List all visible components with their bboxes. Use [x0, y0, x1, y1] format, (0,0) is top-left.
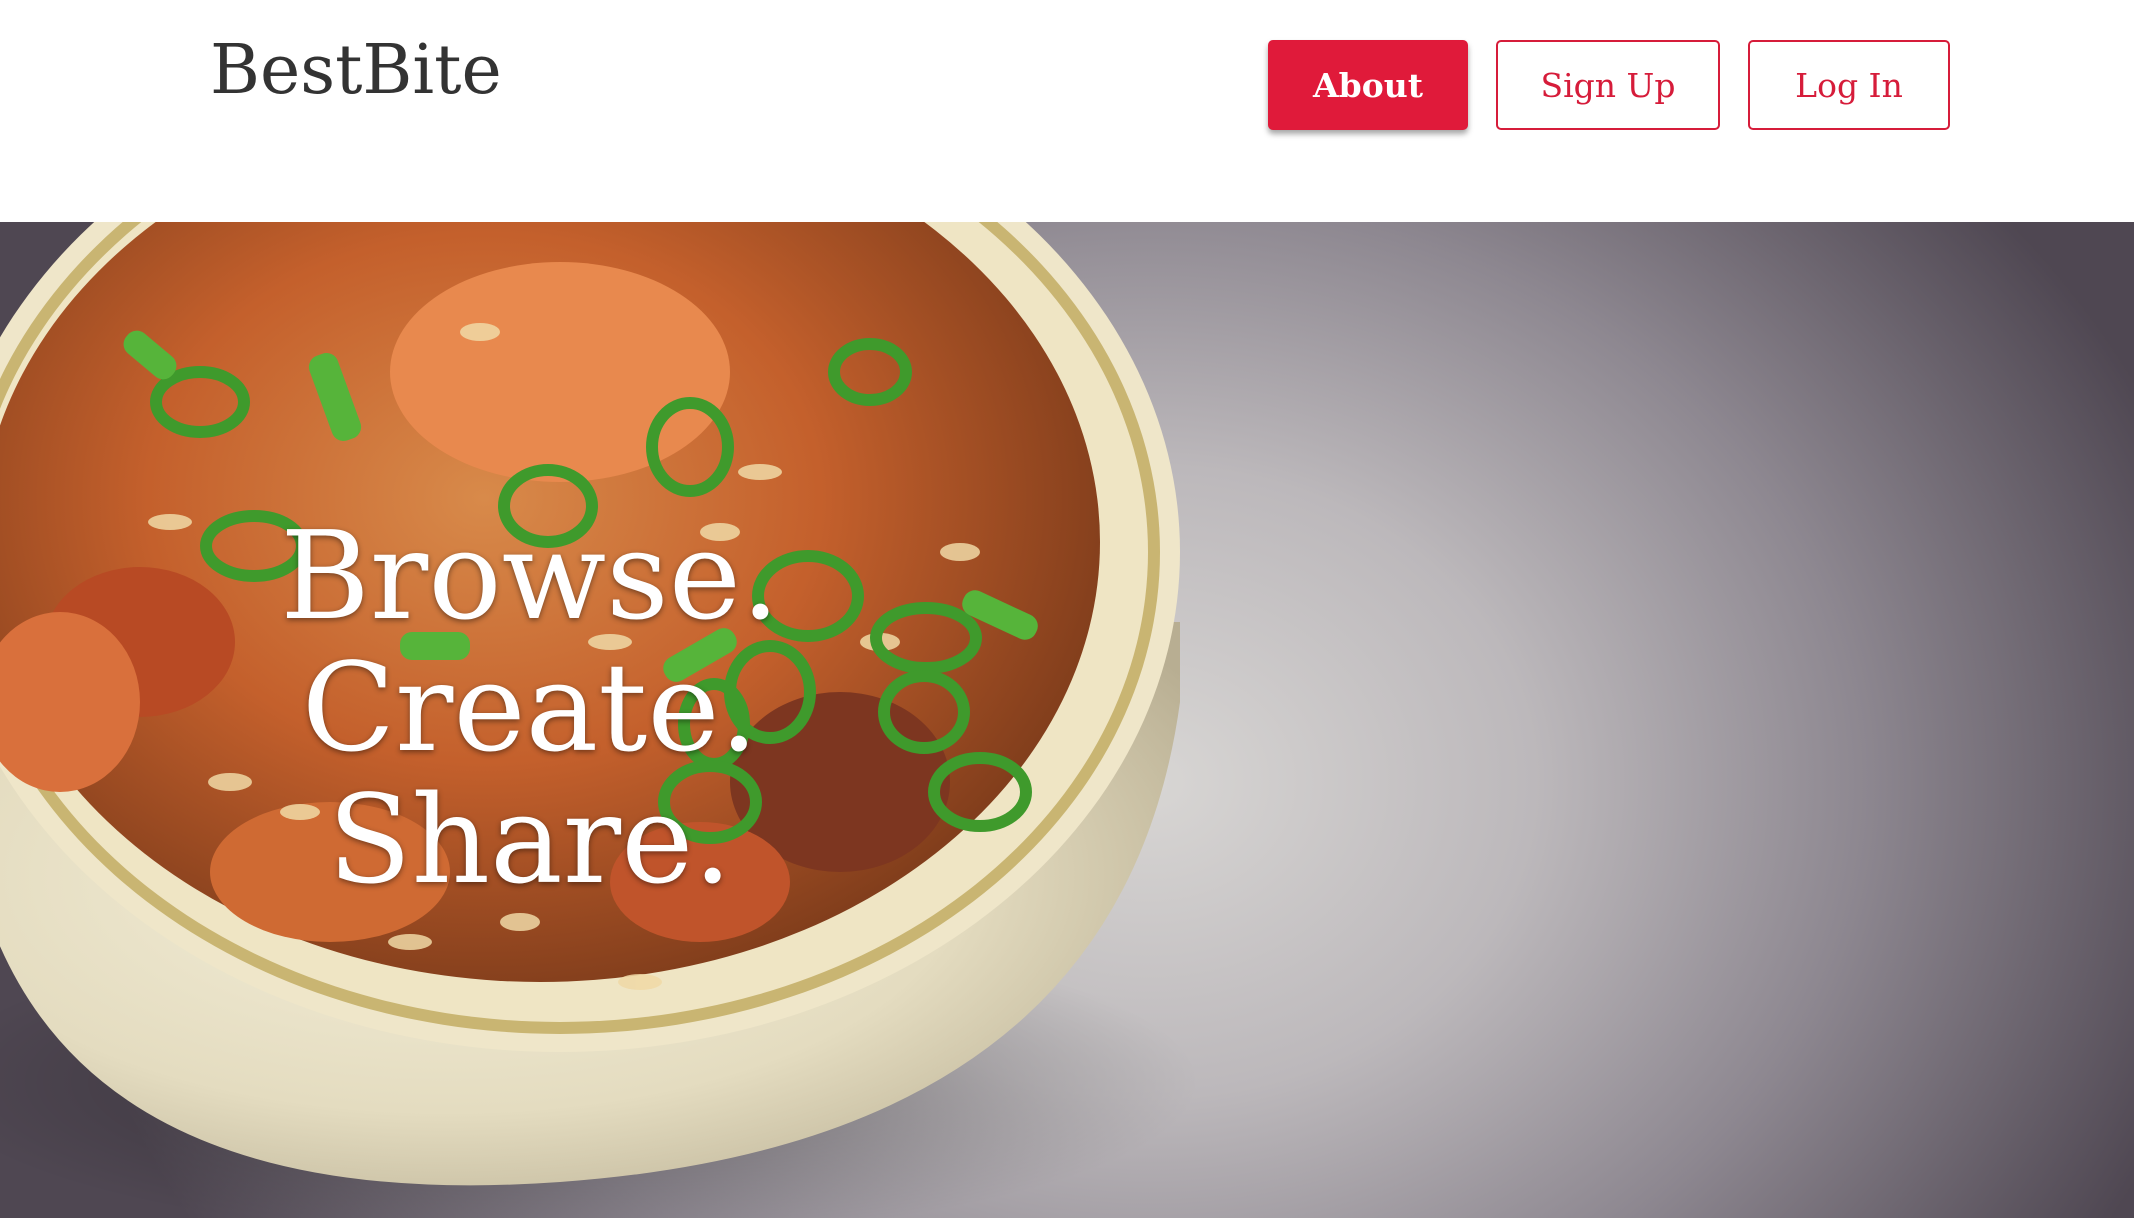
top-header: BestBite About Sign Up Log In — [0, 0, 2134, 222]
log-in-button[interactable]: Log In — [1748, 40, 1950, 130]
sign-up-button[interactable]: Sign Up — [1496, 40, 1720, 130]
tagline-create: Create. — [301, 637, 759, 779]
brand-logo[interactable]: BestBite — [210, 28, 502, 114]
tagline-browse: Browse. — [280, 505, 780, 647]
about-button[interactable]: About — [1268, 40, 1468, 130]
hero-tagline: Browse. Create. Share. — [110, 510, 950, 906]
tagline-share: Share. — [327, 769, 733, 911]
hero-banner: Browse. Create. Share. — [0, 222, 2134, 1218]
